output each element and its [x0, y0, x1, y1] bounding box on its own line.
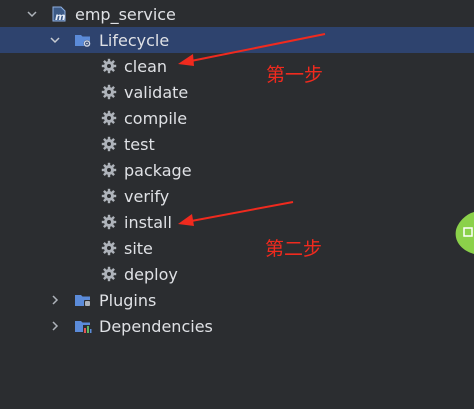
arrow-to-install	[178, 201, 294, 226]
annotation-step-one: 第一步	[266, 64, 324, 86]
annotation-step-two: 第二步	[265, 238, 323, 260]
partial-green-icon	[455, 212, 474, 254]
annotation-arrows	[178, 33, 326, 226]
